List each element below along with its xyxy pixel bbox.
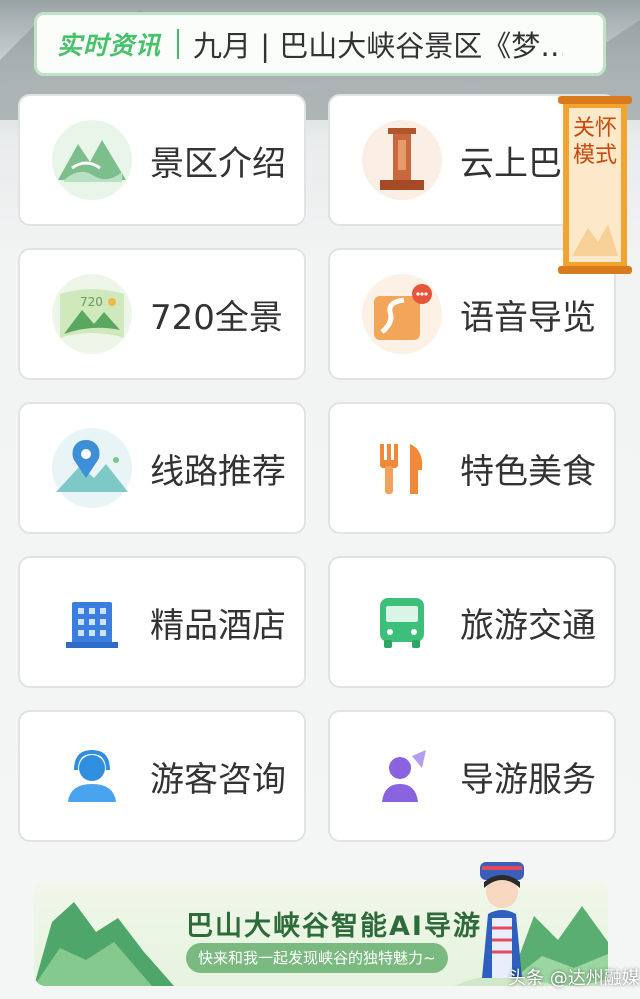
scenic-mountain-icon — [52, 120, 132, 200]
card-tour-guide-service[interactable]: 导游服务 — [328, 710, 616, 842]
card-label: 游客咨询 — [150, 759, 286, 800]
voice-guide-map-icon — [362, 274, 442, 354]
hotel-building-icon — [66, 602, 118, 648]
card-label: 云上巴 — [460, 143, 562, 184]
tour-guide-icon — [382, 750, 426, 802]
news-badge: 实时资讯 — [57, 31, 162, 60]
care-mode-label: 关怀模式 — [572, 116, 617, 168]
card-local-food[interactable]: 特色美食 — [328, 402, 616, 534]
bus-icon — [380, 598, 424, 648]
svg-text:720: 720 — [80, 295, 103, 309]
card-label: 线路推荐 — [150, 451, 286, 492]
card-travel-transport[interactable]: 旅游交通 — [328, 556, 616, 688]
route-pin-icon — [52, 428, 132, 508]
card-route-recommend[interactable]: 线路推荐 — [18, 402, 306, 534]
panorama-720-icon: 720 — [52, 274, 132, 354]
card-label: 导游服务 — [460, 759, 596, 800]
card-label: 特色美食 — [460, 451, 596, 492]
card-label: 精品酒店 — [150, 605, 286, 646]
card-visitor-consult[interactable]: 游客咨询 — [18, 710, 306, 842]
card-scenic-intro[interactable]: 景区介绍 — [18, 94, 306, 226]
source-watermark: 头条 @达州融媒 — [508, 968, 640, 989]
card-label: 720全景 — [150, 297, 283, 338]
news-ticker[interactable]: 实时资讯 九月 | 巴山大峡谷景区《梦… — [34, 12, 606, 76]
news-headline[interactable]: 九月 | 巴山大峡谷景区《梦… — [193, 23, 563, 65]
monument-icon — [362, 120, 442, 200]
card-boutique-hotel[interactable]: 精品酒店 — [18, 556, 306, 688]
card-label: 景区介绍 — [150, 143, 286, 184]
card-720-panorama[interactable]: 720 720全景 — [18, 248, 306, 380]
fork-knife-icon — [380, 444, 423, 494]
customer-service-icon — [68, 749, 116, 802]
banner-subtitle: 快来和我一起发现峡谷的独特魅力~ — [186, 943, 448, 973]
banner-title: 巴山大峡谷智能AI导游 — [186, 911, 482, 942]
news-divider — [177, 29, 180, 59]
card-label: 旅游交通 — [460, 605, 596, 646]
